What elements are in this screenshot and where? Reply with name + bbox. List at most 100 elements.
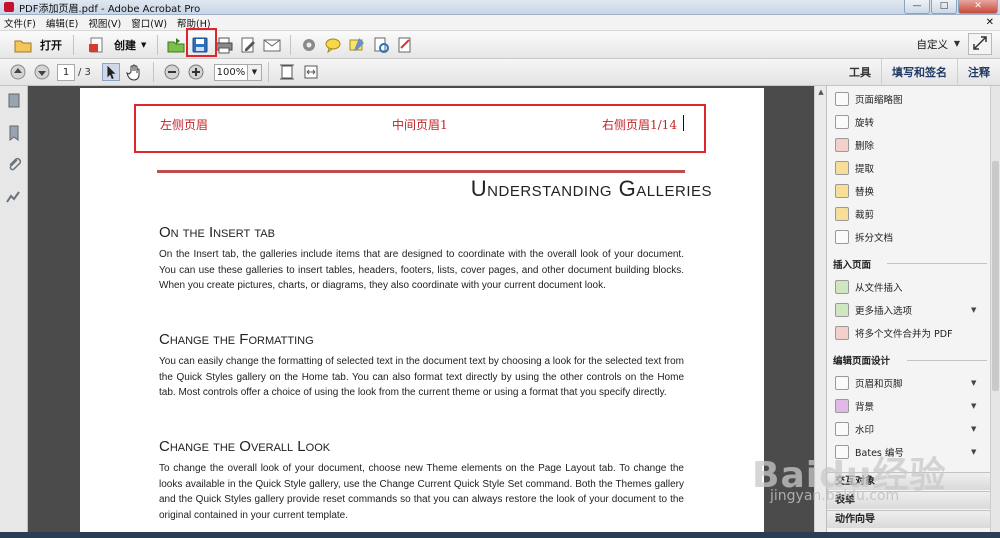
tool-item-background[interactable]: 背景 ▼ (835, 399, 976, 413)
section-heading: Change the Formatting (159, 331, 314, 348)
toolbar-separator (157, 34, 159, 55)
replace-icon (835, 184, 849, 198)
chevron-down-icon: ▼ (953, 39, 960, 48)
insert-pages-heading[interactable]: 插入页面 (833, 257, 871, 271)
print-icon[interactable] (215, 36, 233, 54)
watermark-icon (835, 422, 849, 436)
edit-page-design-heading[interactable]: 编辑页面设计 (833, 353, 890, 367)
create-label: 创建 (114, 38, 136, 52)
attachments-icon[interactable] (5, 156, 23, 174)
insert-file-icon (835, 280, 849, 294)
tool-item-label: 提取 (855, 164, 875, 175)
customize-menu[interactable]: 自定义 (917, 37, 949, 52)
page-thumbnails-icon[interactable] (5, 92, 23, 110)
tools-pane-scrollbar[interactable] (990, 86, 1000, 538)
gear-icon[interactable] (300, 36, 318, 54)
zoom-in-icon[interactable] (187, 63, 205, 81)
email-icon[interactable] (263, 36, 281, 54)
menu-view[interactable]: 视图(V) (88, 16, 121, 30)
section-body: You can easily change the formatting of … (159, 356, 684, 398)
divider (907, 360, 987, 361)
tool-item-more-insert[interactable]: 更多插入选项 ▼ (835, 303, 976, 317)
tool-item-label: 替换 (855, 187, 875, 198)
tool-item-rotate[interactable]: 旋转 (835, 115, 874, 129)
header-footer-icon (835, 376, 849, 390)
fit-page-icon[interactable] (278, 63, 296, 81)
extract-icon (835, 161, 849, 175)
zoom-level-input[interactable]: 100% (213, 63, 248, 81)
fullscreen-button[interactable] (968, 33, 992, 55)
sign-icon[interactable] (396, 36, 414, 54)
tool-item-label: 从文件插入 (855, 283, 903, 294)
fit-width-icon[interactable] (302, 63, 320, 81)
chevron-down-icon: ▼ (971, 448, 977, 456)
header-center-text: 中间页眉1 (392, 118, 448, 132)
edit-document-icon[interactable] (239, 36, 257, 54)
bookmarks-icon[interactable] (5, 124, 23, 142)
tool-item-label: 将多个文件合并为 PDF (855, 329, 953, 340)
menu-edit[interactable]: 编辑(E) (46, 16, 78, 30)
document-section: On the Insert tab On the Insert tab, the… (159, 224, 684, 294)
document-section: Change the Overall Look To change the ov… (159, 438, 684, 523)
tool-item-insert-from-file[interactable]: 从文件插入 (835, 280, 903, 294)
page-number-input[interactable]: 1 (57, 63, 75, 81)
highlight-icon[interactable] (348, 36, 366, 54)
tool-item-delete[interactable]: 删除 (835, 138, 874, 152)
tool-item-header-footer[interactable]: 页眉和页脚 ▼ (835, 376, 976, 390)
open-folder-icon[interactable] (167, 36, 185, 54)
window-title: PDF添加页眉.pdf - Adobe Acrobat Pro (19, 3, 201, 15)
tool-item-extract[interactable]: 提取 (835, 161, 874, 175)
zoom-out-icon[interactable] (163, 63, 181, 81)
divider (887, 263, 987, 264)
tool-item-page-thumbnails[interactable]: 页面缩略图 (835, 92, 903, 106)
review-icon[interactable] (372, 36, 390, 54)
tool-item-split[interactable]: 拆分文档 (835, 230, 893, 244)
document-viewport[interactable]: 左侧页眉 中间页眉1 右侧页眉1/14 Understanding Galler… (28, 86, 814, 538)
create-button[interactable]: 创建 ▼ (80, 34, 151, 56)
maximize-button[interactable]: □ (931, 0, 957, 14)
document-section: Change the Formatting You can easily cha… (159, 331, 684, 401)
arrow-down-icon[interactable] (33, 63, 51, 81)
menu-window[interactable]: 窗口(W) (131, 16, 167, 30)
tool-item-watermark[interactable]: 水印 ▼ (835, 422, 976, 436)
menu-file[interactable]: 文件(F) (4, 16, 36, 30)
main-toolbar: 打开 创建 ▼ (0, 31, 1000, 59)
navigation-pane (0, 86, 28, 538)
comment-icon[interactable] (324, 36, 342, 54)
delete-icon (835, 138, 849, 152)
os-taskbar (0, 532, 1000, 538)
tool-item-label: 水印 (855, 425, 875, 436)
tool-item-label: 更多插入选项 (855, 306, 913, 317)
open-button[interactable]: 打开 (6, 34, 67, 56)
baidu-watermark-url: jingyan.baidu.com (770, 488, 900, 504)
document-close-button[interactable]: ✕ (986, 17, 994, 28)
select-cursor-icon[interactable] (101, 63, 120, 81)
tool-item-label: 裁剪 (855, 210, 875, 221)
arrow-up-icon[interactable] (9, 63, 27, 81)
minimize-button[interactable]: — (904, 0, 930, 14)
scrollbar-thumb[interactable] (992, 161, 999, 391)
tool-item-label: 删除 (855, 141, 875, 152)
hand-tool-icon[interactable] (126, 63, 144, 81)
tab-tools[interactable]: 工具 (839, 59, 881, 86)
tool-item-label: 页眉和页脚 (855, 379, 903, 390)
text-caret (683, 115, 684, 131)
signatures-icon[interactable] (5, 188, 23, 206)
chevron-down-icon: ▼ (971, 306, 977, 314)
tool-item-combine[interactable]: 将多个文件合并为 PDF (835, 326, 953, 340)
close-button[interactable]: ✕ (958, 0, 998, 14)
task-pane-tabs: 工具 填写和签名 注释 (839, 59, 1000, 86)
chevron-down-icon: ▼ (971, 402, 977, 410)
chevron-down-icon: ▼ (141, 40, 147, 49)
tab-fill-sign[interactable]: 填写和签名 (881, 59, 957, 86)
expand-icon (973, 35, 987, 53)
tool-item-crop[interactable]: 裁剪 (835, 207, 874, 221)
window-controls: — □ ✕ (904, 0, 998, 14)
zoom-dropdown-button[interactable]: ▼ (247, 63, 262, 81)
tool-item-replace[interactable]: 替换 (835, 184, 874, 198)
open-label: 打开 (40, 38, 62, 52)
tab-comment[interactable]: 注释 (957, 59, 1000, 86)
panel-section-action-wizard[interactable]: 动作向导 (827, 510, 991, 528)
section-heading: Change the Overall Look (159, 438, 331, 455)
title-bar: PDF添加页眉.pdf - Adobe Acrobat Pro — □ ✕ (0, 0, 1000, 15)
